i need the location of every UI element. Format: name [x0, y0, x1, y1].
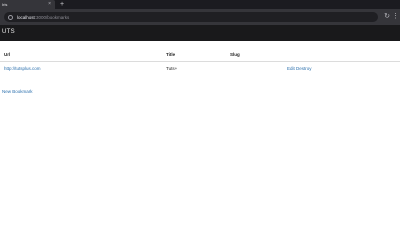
table-row: http://tutsplus.com Tuts+ Edit Destroy — [0, 62, 400, 74]
column-header-url: Url — [4, 52, 11, 57]
address-bar[interactable]: localhost:3000/bookmarks — [4, 12, 378, 22]
new-tab-icon[interactable]: + — [60, 1, 64, 8]
browser-tab[interactable]: Iris × — [0, 0, 55, 9]
column-header-title: Title — [166, 52, 176, 57]
new-bookmark-link[interactable]: New Bookmark — [2, 89, 33, 94]
app-brand[interactable]: UTS — [2, 29, 15, 35]
destroy-link[interactable]: Destroy — [296, 66, 312, 71]
site-info-icon[interactable] — [8, 14, 13, 20]
browser-tab-strip: Iris × + — [0, 0, 400, 9]
bookmarks-table: Url Title Slug http://tutsplus.com Tuts+… — [0, 49, 400, 74]
app-navbar: UTS — [0, 25, 400, 41]
browser-toolbar: localhost:3000/bookmarks ↻ ⋮ — [0, 9, 400, 25]
browser-menu-icon[interactable]: ⋮ — [392, 12, 399, 22]
tab-title: Iris — [2, 2, 8, 7]
row-actions: Edit Destroy — [287, 66, 312, 71]
reload-icon[interactable]: ↻ — [383, 12, 391, 22]
table-header-row: Url Title Slug — [0, 49, 400, 62]
bookmark-title: Tuts+ — [166, 66, 178, 71]
url-host: localhost — [17, 14, 35, 20]
tab-close-icon[interactable]: × — [48, 2, 51, 7]
column-header-slug: Slug — [230, 52, 240, 57]
edit-link[interactable]: Edit — [287, 66, 295, 71]
bookmark-url-link[interactable]: http://tutsplus.com — [4, 66, 41, 71]
url-path: :3000/bookmarks — [34, 14, 70, 20]
